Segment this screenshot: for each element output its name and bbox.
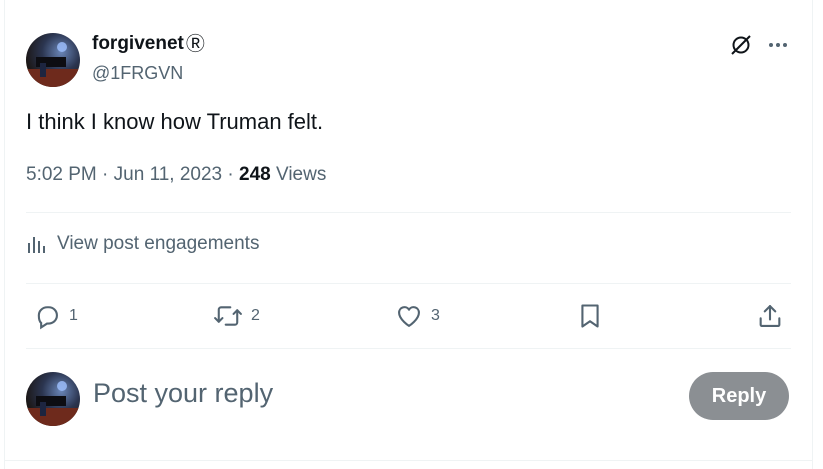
share-button[interactable] (756, 297, 784, 335)
post-header-actions (729, 33, 789, 57)
post-time[interactable]: 5:02 PM (26, 164, 97, 185)
repost-button[interactable]: 2 (213, 297, 260, 335)
post-meta: 5:02 PM · Jun 11, 2023 · 248 Views (26, 164, 326, 186)
author-avatar[interactable] (26, 33, 80, 87)
meta-separator: · (227, 164, 234, 185)
reply-icon (37, 306, 58, 330)
repost-count: 2 (251, 307, 260, 324)
more-icon[interactable] (767, 34, 789, 56)
views-label: Views (276, 164, 327, 185)
grok-icon[interactable] (729, 33, 753, 57)
user-avatar[interactable] (26, 372, 80, 426)
view-engagements-label: View post engagements (57, 233, 260, 254)
divider (26, 283, 791, 284)
divider (26, 348, 791, 349)
view-engagements-link[interactable]: View post engagements (26, 233, 259, 255)
views-count: 248 (239, 164, 271, 185)
reply-submit-button[interactable]: Reply (689, 372, 789, 420)
registered-mark: Ⓡ (185, 33, 205, 55)
post-text: I think I know how Truman felt. (26, 109, 324, 134)
share-icon (759, 305, 781, 327)
author-display-name[interactable]: forgivenet (92, 33, 184, 55)
like-button[interactable]: 3 (395, 297, 440, 335)
analytics-icon (26, 233, 48, 255)
meta-separator: · (102, 164, 109, 185)
reply-input[interactable]: Post your reply (93, 378, 273, 409)
frame-bottom-border (4, 460, 813, 461)
author-name-row[interactable]: forgivenet Ⓡ (92, 33, 205, 55)
post-actions: 1 2 3 (0, 297, 823, 335)
author-handle[interactable]: @1FRGVN (92, 63, 183, 84)
like-count: 3 (431, 307, 440, 324)
reply-button[interactable]: 1 (33, 297, 78, 335)
repost-icon (214, 306, 242, 326)
divider (26, 212, 791, 213)
bookmark-icon (581, 304, 599, 328)
bookmark-button[interactable] (577, 297, 603, 335)
like-icon (398, 306, 420, 327)
post-date[interactable]: Jun 11, 2023 (114, 164, 222, 185)
reply-count: 1 (69, 307, 78, 324)
